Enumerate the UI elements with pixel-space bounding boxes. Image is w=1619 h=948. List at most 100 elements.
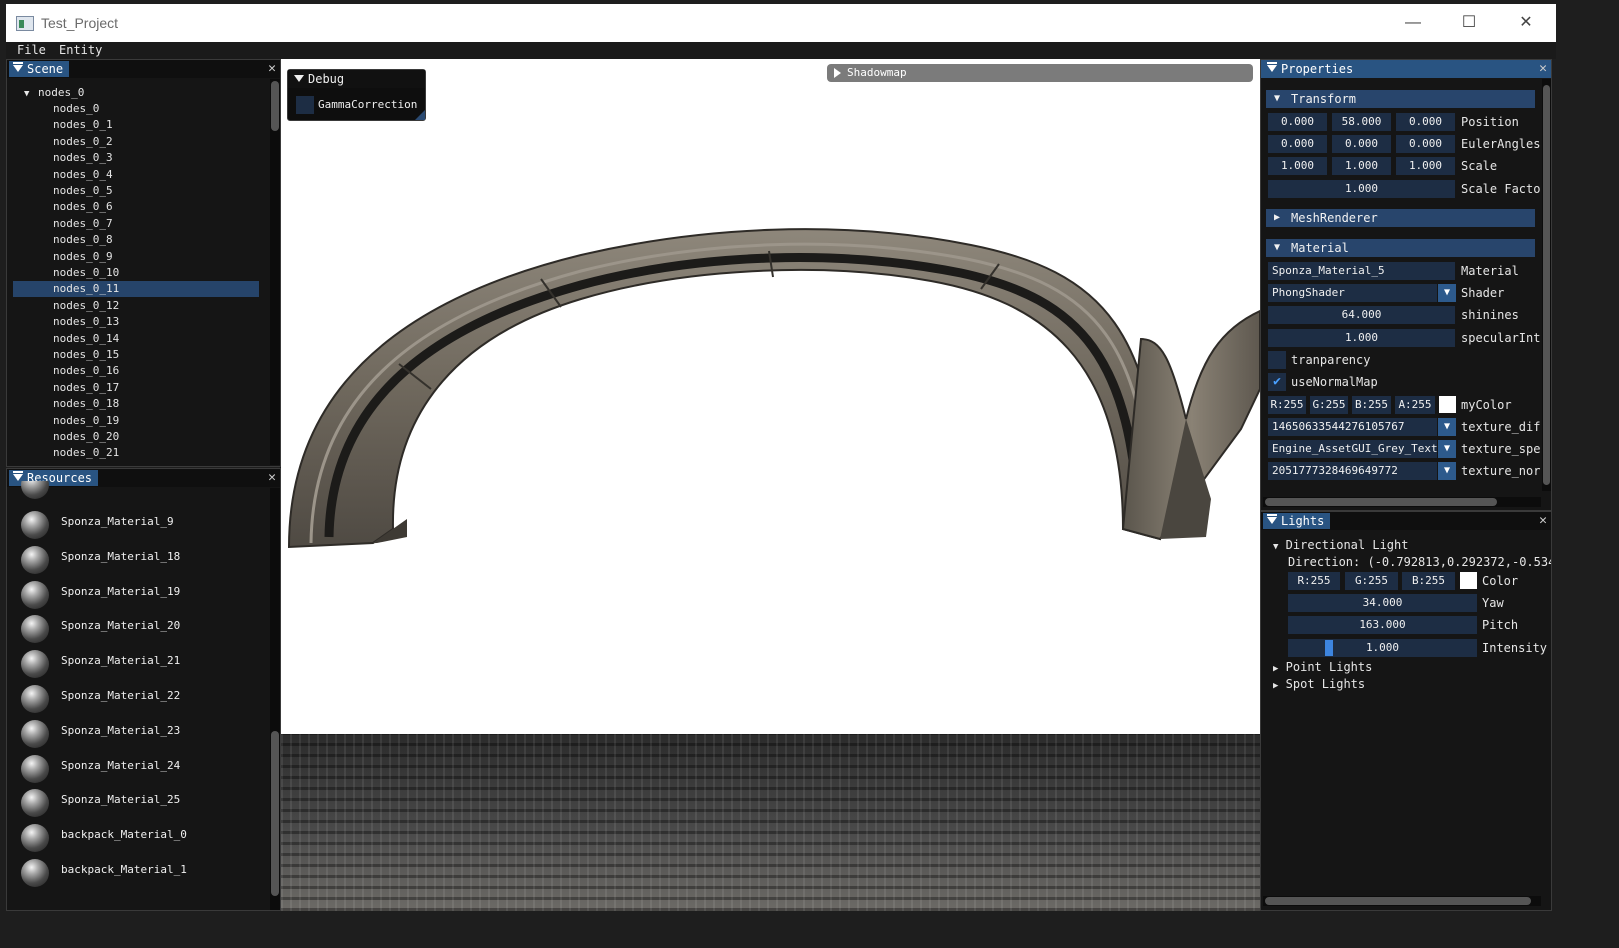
resource-item-partial[interactable] xyxy=(21,481,261,499)
tree-item[interactable]: nodes_0_19 xyxy=(13,413,259,429)
collapsed-arrow-icon[interactable]: ▶ xyxy=(1274,209,1280,227)
collapse-icon[interactable] xyxy=(13,471,23,481)
shader-combo[interactable]: PhongShader xyxy=(1268,284,1437,302)
tree-item[interactable]: nodes_0_20 xyxy=(13,429,259,445)
specular-field[interactable]: 1.000 xyxy=(1268,329,1455,347)
resource-item[interactable]: Sponza_Material_25 xyxy=(21,789,261,819)
color-r-field[interactable]: R:255 xyxy=(1268,396,1306,414)
maximize-button[interactable]: ☐ xyxy=(1446,10,1492,36)
scene-close-icon[interactable]: ✕ xyxy=(268,60,276,78)
meshrenderer-header[interactable]: ▶ MeshRenderer xyxy=(1266,209,1535,227)
lights-close-icon[interactable]: ✕ xyxy=(1539,512,1547,530)
menu-file[interactable]: File xyxy=(17,43,46,57)
scene-viewport[interactable] xyxy=(281,59,1260,911)
shadowmap-header[interactable]: Shadowmap xyxy=(827,64,1253,82)
transparency-checkbox[interactable] xyxy=(1268,351,1286,369)
transform-header[interactable]: ▼ Transform xyxy=(1266,90,1535,108)
tree-item[interactable]: nodes_0 xyxy=(13,101,259,117)
tree-item[interactable]: nodes_0_10 xyxy=(13,265,259,281)
point-lights-node[interactable]: ▶ Point Lights xyxy=(1273,659,1372,677)
intensity-slider[interactable]: 1.000 xyxy=(1288,639,1477,657)
tree-item[interactable]: nodes_0_1 xyxy=(13,117,259,133)
resources-scrollbar-thumb[interactable] xyxy=(271,731,279,896)
resource-item[interactable]: Sponza_Material_18 xyxy=(21,545,261,576)
color-a-field[interactable]: A:255 xyxy=(1395,396,1435,414)
texture-specular-dropdown-icon[interactable]: ▼ xyxy=(1438,440,1456,458)
scene-scrollbar-thumb[interactable] xyxy=(271,81,279,131)
debug-window[interactable]: Debug GammaCorrection xyxy=(287,69,426,121)
texture-diffuse-dropdown-icon[interactable]: ▼ xyxy=(1438,418,1456,436)
resource-item[interactable]: Sponza_Material_24 xyxy=(21,754,261,785)
resize-grip-icon[interactable] xyxy=(415,110,425,120)
tree-item[interactable]: nodes_0_15 xyxy=(13,347,259,363)
texture-normal-dropdown-icon[interactable]: ▼ xyxy=(1438,462,1456,480)
tree-item[interactable]: nodes_0_4 xyxy=(13,167,259,183)
expand-arrow-icon[interactable]: ▼ xyxy=(1273,542,1278,552)
tree-item[interactable]: nodes_0_16 xyxy=(13,363,259,379)
close-button[interactable]: ✕ xyxy=(1503,10,1549,36)
resource-item[interactable]: backpack_Material_1 xyxy=(21,859,261,889)
tab-properties[interactable]: Properties xyxy=(1263,61,1359,77)
expand-arrow-icon[interactable]: ▼ xyxy=(24,89,38,99)
yaw-slider[interactable]: 34.000 xyxy=(1288,594,1477,612)
tree-item[interactable]: nodes_0_17 xyxy=(13,380,259,396)
properties-hscrollbar[interactable] xyxy=(1263,497,1541,507)
collapsed-arrow-icon[interactable]: ▶ xyxy=(1273,664,1278,674)
material-name-field[interactable]: Sponza_Material_5 xyxy=(1268,262,1455,280)
euler-z-field[interactable]: 0.000 xyxy=(1396,135,1455,153)
resource-item[interactable]: Sponza_Material_9 xyxy=(21,511,261,541)
expand-arrow-icon[interactable]: ▼ xyxy=(1274,239,1280,257)
normalmap-checkbox[interactable]: ✔ xyxy=(1268,373,1286,391)
euler-y-field[interactable]: 0.000 xyxy=(1332,135,1391,153)
resources-close-icon[interactable]: ✕ xyxy=(268,469,276,487)
tree-item[interactable]: nodes_0_18 xyxy=(13,396,259,412)
scale-y-field[interactable]: 1.000 xyxy=(1332,157,1391,175)
gamma-correction-checkbox[interactable] xyxy=(296,96,314,114)
tree-root-node[interactable]: ▼ nodes_0 xyxy=(24,86,84,99)
tree-item[interactable]: nodes_0_9 xyxy=(13,249,259,265)
resource-item[interactable]: Sponza_Material_22 xyxy=(21,685,261,715)
shader-dropdown-icon[interactable]: ▼ xyxy=(1438,284,1456,302)
properties-vscrollbar[interactable] xyxy=(1542,79,1551,491)
euler-x-field[interactable]: 0.000 xyxy=(1268,135,1327,153)
collapsed-arrow-icon[interactable]: ▶ xyxy=(1273,681,1278,691)
position-z-field[interactable]: 0.000 xyxy=(1396,113,1455,131)
resource-item[interactable]: Sponza_Material_23 xyxy=(21,719,261,750)
tree-item[interactable]: nodes_0_14 xyxy=(13,331,259,347)
tree-item[interactable]: nodes_0_3 xyxy=(13,150,259,166)
menu-entity[interactable]: Entity xyxy=(59,43,102,57)
tree-item[interactable]: nodes_0_21 xyxy=(13,445,259,461)
tree-item[interactable]: nodes_0_12 xyxy=(13,298,259,314)
tab-lights[interactable]: Lights xyxy=(1263,513,1331,529)
collapse-icon[interactable] xyxy=(1267,514,1277,524)
minimize-button[interactable]: — xyxy=(1390,10,1436,36)
texture-diffuse-combo[interactable]: 14650633544276105767 xyxy=(1268,418,1437,436)
tree-item[interactable]: nodes_0_5 xyxy=(13,183,259,199)
debug-title[interactable]: Debug xyxy=(288,70,425,88)
properties-close-icon[interactable]: ✕ xyxy=(1539,60,1547,78)
shininess-field[interactable]: 64.000 xyxy=(1268,306,1455,324)
scale-z-field[interactable]: 1.000 xyxy=(1396,157,1455,175)
properties-vscrollbar-thumb[interactable] xyxy=(1543,85,1550,485)
collapse-icon[interactable] xyxy=(13,62,23,72)
tree-item[interactable]: nodes_0_7 xyxy=(13,216,259,232)
resource-item[interactable]: Sponza_Material_21 xyxy=(21,650,261,680)
color-swatch[interactable] xyxy=(1439,396,1456,413)
spot-lights-node[interactable]: ▶ Spot Lights xyxy=(1273,676,1365,694)
tree-item[interactable]: nodes_0_13 xyxy=(13,314,259,330)
tree-item[interactable]: nodes_0_11 xyxy=(13,281,259,298)
directional-light-node[interactable]: ▼ Directional Light xyxy=(1273,537,1408,555)
resource-item[interactable]: backpack_Material_0 xyxy=(21,824,261,854)
material-header[interactable]: ▼ Material xyxy=(1266,239,1535,257)
color-b-field[interactable]: B:255 xyxy=(1352,396,1391,414)
scene-scrollbar[interactable] xyxy=(270,79,280,465)
position-y-field[interactable]: 58.000 xyxy=(1332,113,1391,131)
color-g-field[interactable]: G:255 xyxy=(1310,396,1348,414)
lights-hscrollbar-thumb[interactable] xyxy=(1265,897,1531,905)
texture-specular-combo[interactable]: Engine_AssetGUI_Grey_Text xyxy=(1268,440,1437,458)
collapse-icon[interactable] xyxy=(1267,62,1277,72)
resources-scrollbar[interactable] xyxy=(270,488,280,910)
position-x-field[interactable]: 0.000 xyxy=(1268,113,1327,131)
light-color-b-field[interactable]: B:255 xyxy=(1402,572,1455,590)
tree-item[interactable]: nodes_0_8 xyxy=(13,232,259,248)
